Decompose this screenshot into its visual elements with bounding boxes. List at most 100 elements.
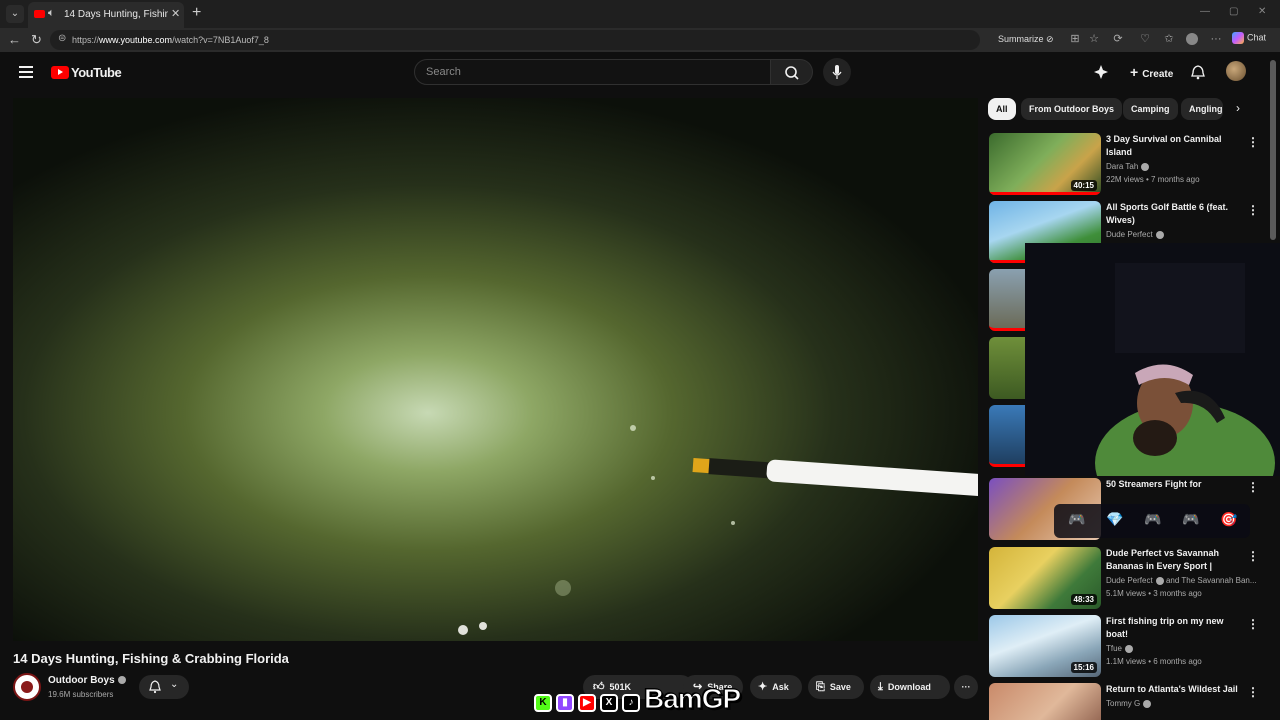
recommendation-item[interactable]: 48:33 Dude Perfect vs Savannah Bananas i… [989,547,1264,609]
video-thumbnail[interactable] [989,405,1025,467]
recommendation-meta: 22M views • 7 months ago [1106,175,1200,184]
video-player[interactable] [13,98,978,641]
browser-tab-active[interactable]: 🔈︎ 14 Days Hunting, Fishing & Crabbing F… [28,2,184,28]
verified-badge-icon [1155,230,1164,239]
video-thumbnail[interactable] [989,269,1025,331]
more-vertical-icon[interactable]: ⋮ [1247,480,1259,494]
video-thumbnail[interactable] [989,683,1101,720]
channel-avatar[interactable] [13,673,41,701]
streamer-name-overlay: BamGP [643,683,741,715]
copilot-chat-button[interactable]: Chat [1232,32,1266,44]
search-icon [785,66,799,80]
video-thumbnail[interactable]: 15:16 [989,615,1101,677]
youtube-play-icon [51,66,69,80]
browser-tab-bar: ⌄ 🔈︎ 14 Days Hunting, Fishing & Crabbing… [0,0,1280,28]
page-scrollbar[interactable] [1270,60,1276,240]
more-vertical-icon[interactable]: ⋮ [1247,135,1259,149]
chevron-right-icon[interactable]: › [1236,101,1240,115]
recommendation-item[interactable]: 15:16 First fishing trip on my new boat!… [989,615,1264,677]
verified-badge-icon [117,676,126,685]
more-vertical-icon[interactable]: ⋮ [1247,203,1259,217]
more-actions-button[interactable]: ··· [954,675,978,699]
app-available-icon[interactable]: ⊞ [1069,33,1081,45]
recommendation-title: All Sports Golf Battle 6 (feat. Wives) [1106,202,1229,225]
youtube-logo[interactable]: YouTube [51,64,122,82]
chip-all[interactable]: All [988,98,1016,120]
target-icon: 🎯 [1220,511,1238,527]
voice-search-button[interactable] [823,58,851,86]
video-thumbnail[interactable]: 48:33 [989,547,1101,609]
chip-from-outdoor-boys[interactable]: From Outdoor Boys [1021,98,1122,120]
plus-icon: + [1130,64,1139,80]
duration-badge: 48:33 [1070,594,1097,605]
verified-badge-icon [1155,576,1164,585]
close-window-icon[interactable]: ✕ [1258,6,1266,17]
minimize-icon[interactable]: — [1200,6,1210,17]
favorite-star-icon[interactable]: ☆ [1088,33,1100,45]
chip-angling[interactable]: Angling [1181,98,1223,120]
guide-menu-icon[interactable] [19,66,33,78]
address-bar[interactable]: ⊜ https://www.youtube.com/watch?v=7NB1Au… [50,30,980,50]
browser-essentials-icon[interactable]: ♡ [1139,33,1151,45]
youtube-icon: ▶ [578,694,596,712]
site-info-icon[interactable]: ⊜ [58,33,66,44]
subscription-notifications-button[interactable]: ⌄ [139,675,189,699]
notifications-bell-icon[interactable] [1190,64,1206,80]
search-input[interactable]: Search [414,59,771,85]
url-text: https://www.youtube.com/watch?v=7NB1Auof… [72,35,269,45]
video-thumbnail[interactable]: 40:15 [989,133,1101,195]
thumbs-up-icon: 👍︎ [593,681,605,693]
x-icon: X [600,694,618,712]
recommendation-channel: Tfue [1106,644,1134,653]
account-avatar[interactable] [1226,61,1246,81]
duration-badge: 15:16 [1070,662,1097,673]
recommendation-item[interactable]: 40:15 3 Day Survival on Cannibal Island … [989,133,1264,195]
new-tab-icon[interactable]: + [192,4,201,22]
chip-camping[interactable]: Camping [1123,98,1178,120]
close-tab-icon[interactable]: ✕ [171,7,180,20]
ask-button[interactable]: ✦ Ask [750,675,802,699]
youtube-favicon-icon [34,10,45,18]
more-vertical-icon[interactable]: ⋮ [1247,549,1259,563]
tiktok-icon: ♪ [622,694,640,712]
channel-name[interactable]: Outdoor Boys [48,675,126,686]
recommendation-channel: Dude Perfect [1106,230,1164,239]
maximize-icon[interactable]: ▢ [1229,6,1238,17]
recommendation-title: First fishing trip on my new boat! [1106,616,1224,639]
twitch-icon: ▮ [556,694,574,712]
speaker-icon[interactable]: 🔈︎ [48,7,55,20]
extensions-icon[interactable]: ⟳ [1112,33,1124,45]
copilot-icon [1232,32,1244,44]
recommendation-title: Dude Perfect vs Savannah Bananas in Ever… [1106,548,1220,571]
more-options-icon[interactable]: ··· [1210,33,1222,45]
gemini-sparkle-icon[interactable] [1093,64,1109,80]
chevron-down-icon: ⌄ [170,679,179,690]
summarize-button[interactable]: Summarize ⊘ [998,34,1054,45]
video-thumbnail[interactable] [989,337,1025,399]
duration-badge: 40:15 [1070,180,1097,191]
recommendation-title: 3 Day Survival on Cannibal Island [1106,134,1222,157]
search-button[interactable] [771,59,813,85]
more-vertical-icon[interactable]: ⋮ [1247,617,1259,631]
tab-actions-menu-icon[interactable]: ⌄ [6,5,24,23]
recommendation-title: 50 Streamers Fight for [1106,479,1202,489]
download-icon: ⤓ [878,681,883,693]
bell-icon [149,680,161,694]
recommendation-channel: Dara Tah [1106,162,1150,171]
video-frame [13,98,978,641]
profile-icon[interactable] [1186,33,1198,45]
save-button[interactable]: ⎘ Save [808,675,864,699]
back-icon[interactable]: ← [8,32,21,47]
kick-icon: K [534,694,552,712]
refresh-icon[interactable]: ↻ [31,32,42,48]
download-button[interactable]: ⤓ Download [870,675,950,699]
favorites-icon[interactable]: ✩ [1163,33,1175,45]
create-button[interactable]: + Create [1120,59,1183,85]
game-controller-icon: 🎮 [1068,511,1086,527]
streamer-webcam [1025,243,1280,476]
more-vertical-icon[interactable]: ⋮ [1247,685,1259,699]
game-controller-icon: 🎮 [1182,511,1200,527]
recommendation-item[interactable]: Return to Atlanta's Wildest Jail Tommy G… [989,683,1264,720]
verified-badge-icon [1141,162,1150,171]
verified-badge-icon [1143,699,1152,708]
